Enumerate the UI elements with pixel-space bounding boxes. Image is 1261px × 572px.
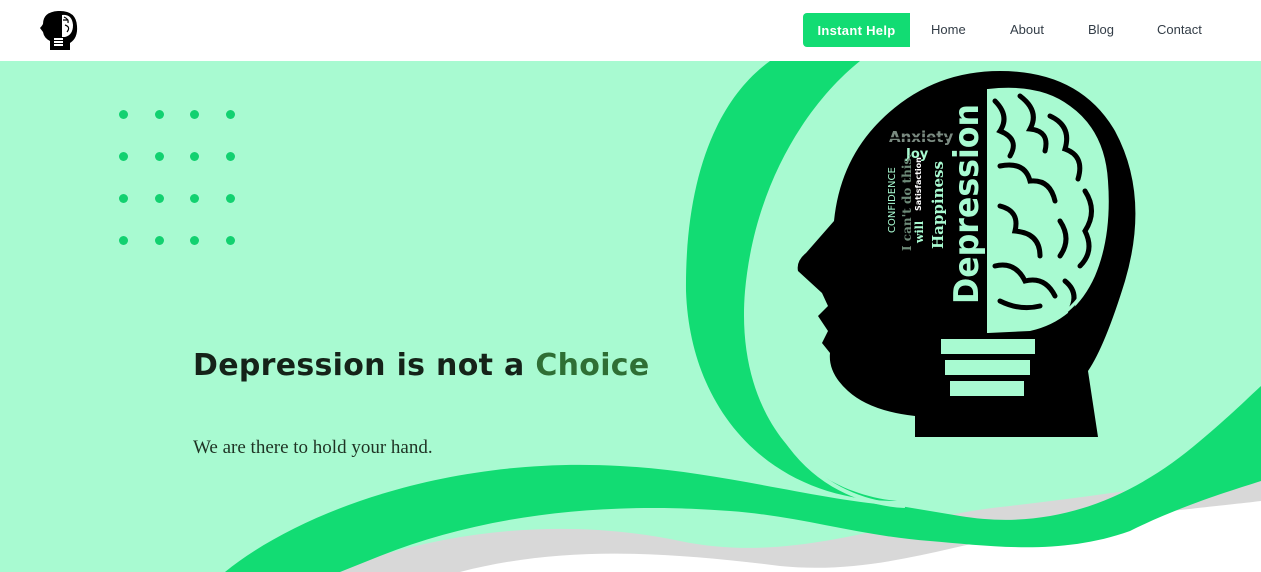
svg-text:Anxiety: Anxiety <box>889 128 953 146</box>
nav-link-contact[interactable]: Contact <box>1157 22 1202 37</box>
svg-text:Depression: Depression <box>947 104 987 304</box>
dot <box>190 110 199 119</box>
instant-help-button[interactable]: Instant Help <box>803 13 910 47</box>
headline-main: Depression is not a <box>193 348 536 383</box>
dot <box>119 236 128 245</box>
svg-text:Satisfaction: Satisfaction <box>914 157 923 211</box>
nav-link-about[interactable]: About <box>1010 22 1044 37</box>
svg-text:CONFIDENCE: CONFIDENCE <box>887 167 898 233</box>
headline-accent: Choice <box>535 348 650 383</box>
dot <box>155 194 164 203</box>
dot <box>155 236 164 245</box>
svg-text:I can't do this.: I can't do this. <box>900 154 914 251</box>
dot <box>155 110 164 119</box>
dot <box>190 194 199 203</box>
dot <box>226 110 235 119</box>
dot <box>119 152 128 161</box>
dot <box>226 152 235 161</box>
nav-link-home[interactable]: Home <box>931 22 966 37</box>
dot <box>226 236 235 245</box>
nav-link-blog[interactable]: Blog <box>1088 22 1114 37</box>
dot <box>190 152 199 161</box>
head-brain-logo-icon[interactable] <box>38 8 82 52</box>
dot <box>119 110 128 119</box>
hero-headline: Depression is not a Choice <box>193 348 650 383</box>
svg-text:will: will <box>913 221 926 244</box>
hero-section: Anxiety Joy CONFIDENCE I can't do this. … <box>0 61 1261 572</box>
svg-text:Happiness: Happiness <box>929 161 947 249</box>
dot <box>155 152 164 161</box>
dot <box>226 194 235 203</box>
dot <box>119 194 128 203</box>
hero-tagline: We are there to hold your hand. <box>193 437 433 458</box>
navbar: Instant Help Home About Blog Contact <box>0 0 1261 61</box>
dot <box>190 236 199 245</box>
decorative-dot-grid <box>119 110 243 250</box>
